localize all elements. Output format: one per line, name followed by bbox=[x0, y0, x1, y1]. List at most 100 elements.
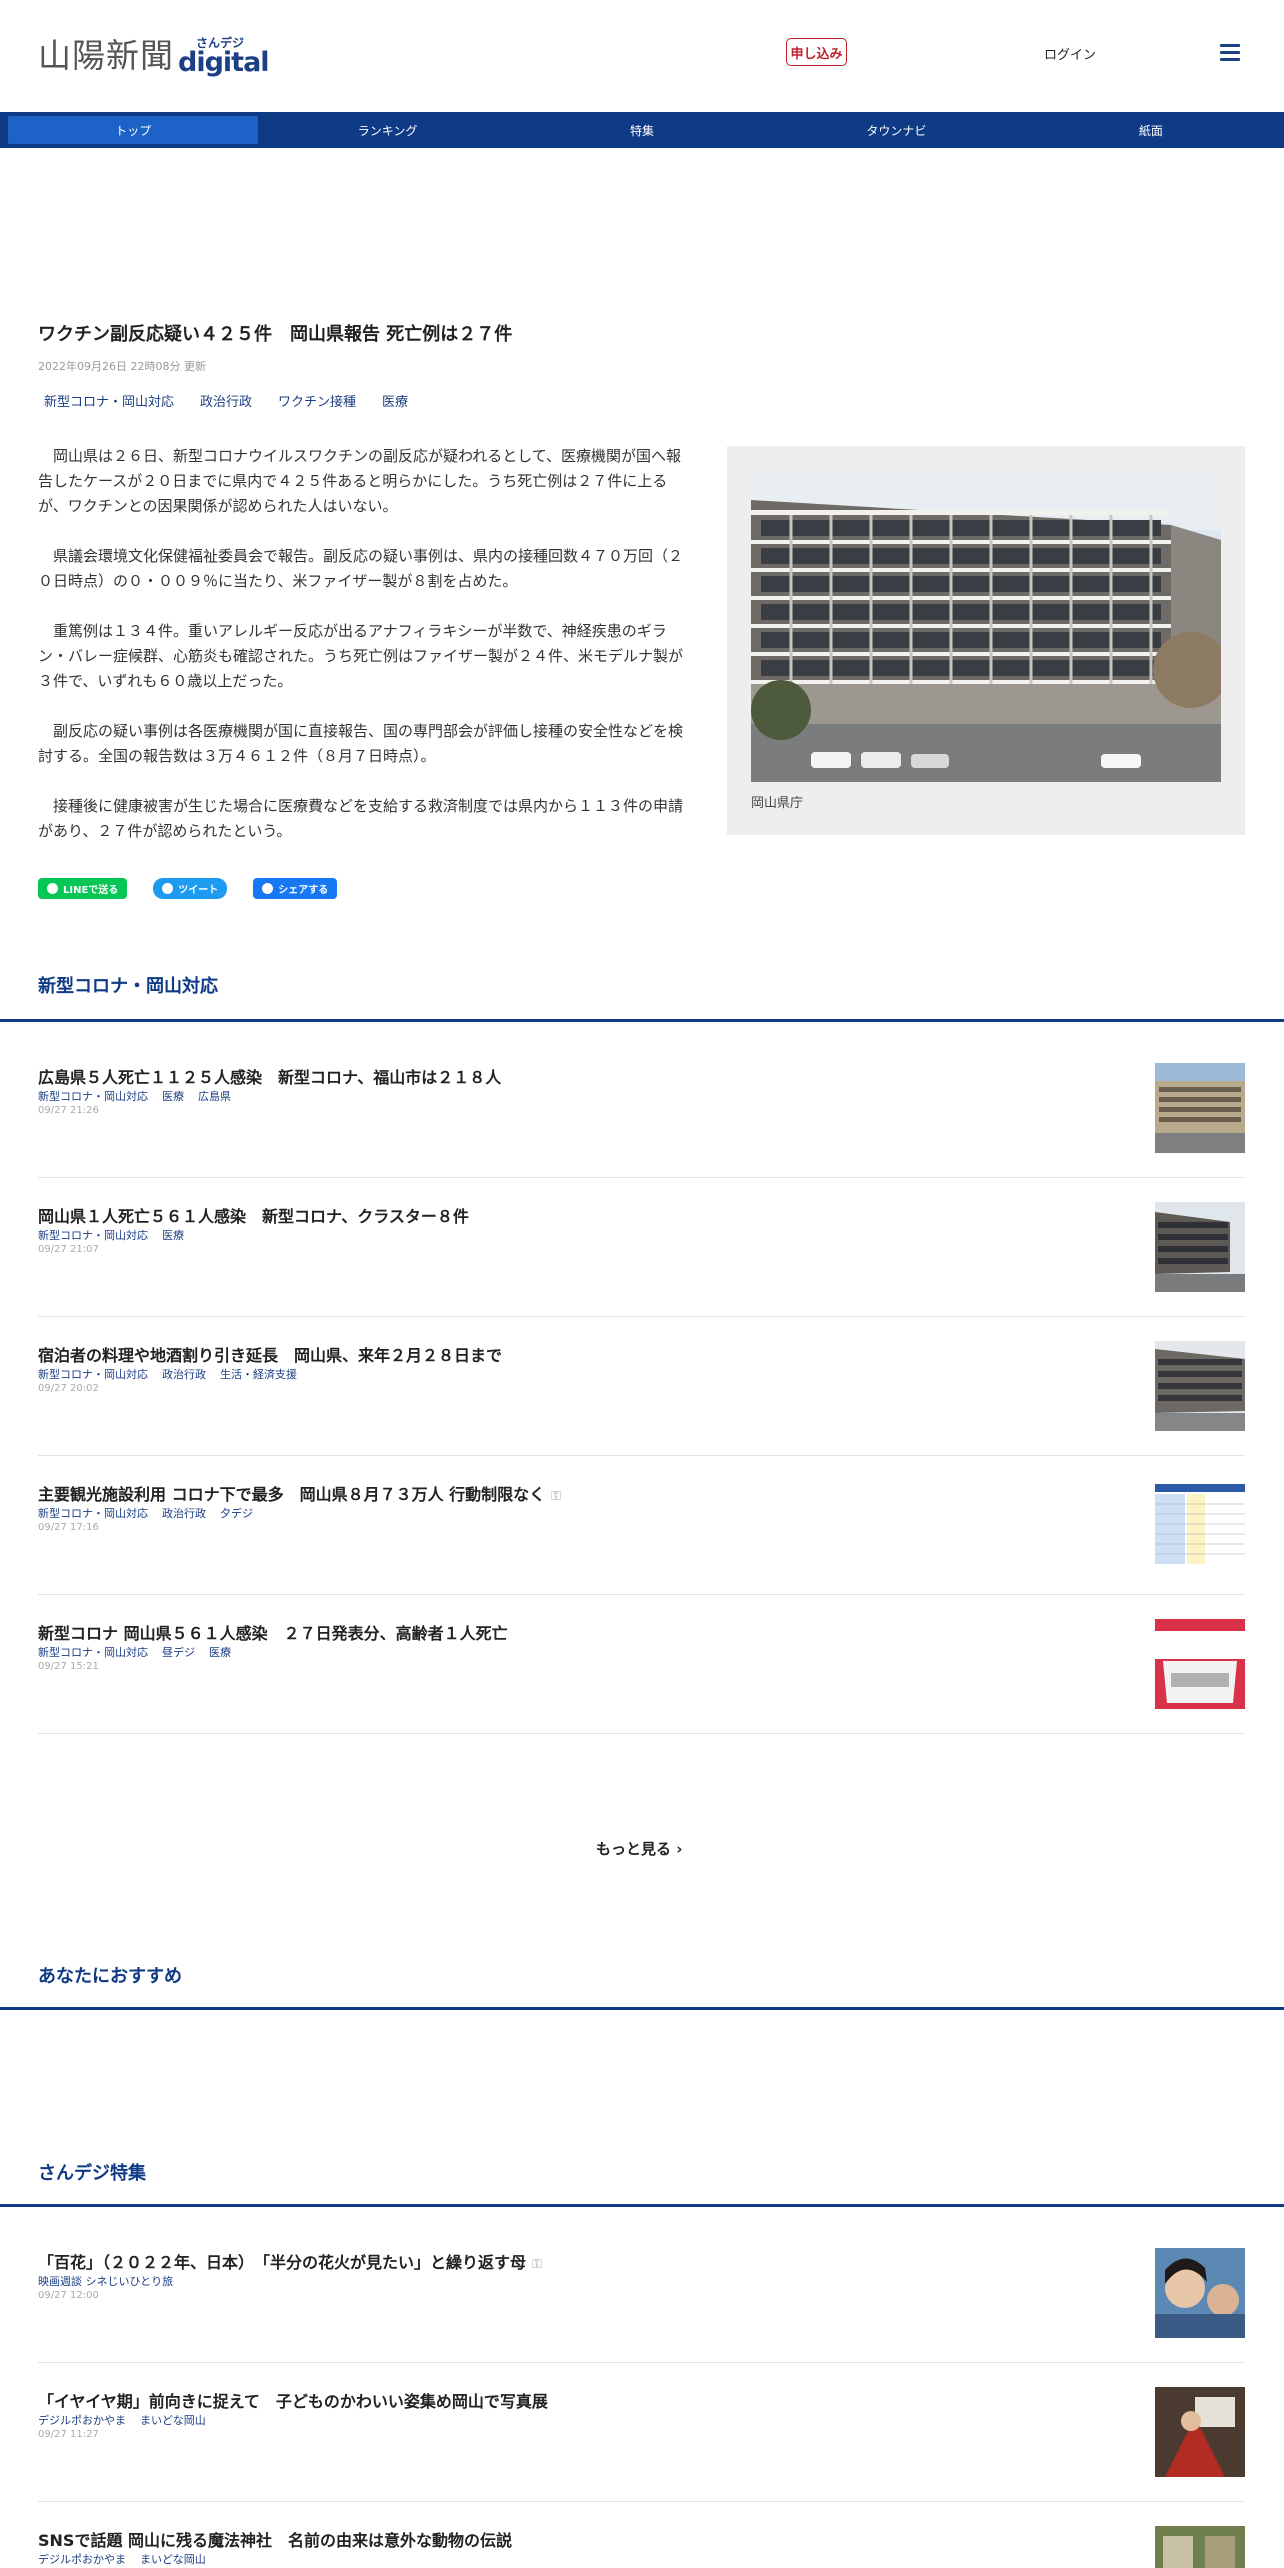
item-tag[interactable]: 生活・経済支援 bbox=[220, 1366, 297, 1382]
item-tag[interactable]: 新型コロナ・岡山対応 bbox=[38, 1644, 148, 1660]
list-item[interactable]: 広島県５人死亡１１２５人感染 新型コロナ、福山市は２１８人 新型コロナ・岡山対応… bbox=[38, 1039, 1245, 1178]
item-thumbnail[interactable] bbox=[1155, 1480, 1245, 1570]
item-thumbnail[interactable] bbox=[1155, 1341, 1245, 1431]
line-icon bbox=[47, 883, 58, 894]
item-tag[interactable]: 新型コロナ・岡山対応 bbox=[38, 1366, 148, 1382]
logo-sub: さんデジ digital bbox=[178, 37, 270, 78]
list-item[interactable]: 岡山県１人死亡５６１人感染 新型コロナ、クラスター８件 新型コロナ・岡山対応 医… bbox=[38, 1178, 1245, 1317]
section-title-features[interactable]: さんデジ特集 bbox=[38, 2159, 146, 2185]
list-item[interactable]: 宿泊者の料理や地酒割り引き延長 岡山県、来年２月２８日まで 新型コロナ・岡山対応… bbox=[38, 1317, 1245, 1456]
hamburger-icon[interactable] bbox=[1220, 44, 1240, 61]
article-tag[interactable]: 政治行政 bbox=[194, 389, 258, 412]
line-share-button[interactable]: LINEで送る bbox=[38, 878, 128, 899]
item-tag[interactable]: 医療 bbox=[162, 1088, 184, 1104]
item-title[interactable]: 宿泊者の料理や地酒割り引き延長 岡山県、来年２月２８日まで bbox=[38, 1342, 502, 1366]
building-thumbnail bbox=[1155, 1202, 1245, 1292]
nav-item-ranking[interactable]: ランキング bbox=[262, 116, 512, 144]
item-thumbnail[interactable] bbox=[1155, 1619, 1245, 1709]
table-thumbnail bbox=[1155, 1480, 1245, 1570]
nav-item-top[interactable]: トップ bbox=[8, 116, 259, 144]
article-paragraph: 接種後に健康被害が生じた場合に医療費などを支給する救済制度では県内から１１３件の… bbox=[38, 797, 684, 840]
shrine-thumbnail bbox=[1155, 2526, 1245, 2568]
article-photo[interactable] bbox=[751, 470, 1221, 782]
article-paragraph: 岡山県は２６日、新型コロナウイルスワクチンの副反応が疑われるとして、医療機関が国… bbox=[38, 447, 682, 515]
item-title[interactable]: 広島県５人死亡１１２５人感染 新型コロナ、福山市は２１８人 bbox=[38, 1064, 501, 1088]
feature-news-list: 「百花」（２０２２年、日本） 「半分の花火が見たい」と繰り返す母 ⚿ 映画週談 シ… bbox=[38, 2224, 1245, 2568]
photo-exhibit-thumbnail bbox=[1155, 2387, 1245, 2477]
item-tag[interactable]: 新型コロナ・岡山対応 bbox=[38, 1227, 148, 1243]
item-tag[interactable]: 新型コロナ・岡山対応 bbox=[38, 1088, 148, 1104]
site-header: 山陽新聞 さんデジ digital 申し込み ログイン bbox=[0, 0, 1284, 112]
item-tag[interactable]: 政治行政 bbox=[162, 1366, 206, 1382]
item-tag[interactable]: 映画週談 シネじいひとり旅 bbox=[38, 2273, 173, 2289]
article-photo-box: 岡山県庁 bbox=[727, 446, 1245, 835]
item-tag[interactable]: デジルポおかやま bbox=[38, 2551, 126, 2567]
key-icon: ⚿ bbox=[551, 1489, 562, 1504]
list-item[interactable]: 新型コロナ 岡山県５６１人感染 ２７日発表分、高齢者１人死亡 新型コロナ・岡山対… bbox=[38, 1595, 1245, 1734]
item-time: 09/27 21:07 bbox=[38, 1244, 99, 1255]
twitter-bird-icon bbox=[162, 883, 174, 894]
item-time: 09/27 12:00 bbox=[38, 2290, 99, 2301]
facebook-icon bbox=[262, 883, 274, 894]
item-title[interactable]: SNSで話題 岡山に残る魔法神社 名前の由来は意外な動物の伝説 bbox=[38, 2527, 512, 2551]
list-item[interactable]: 「百花」（２０２２年、日本） 「半分の花火が見たい」と繰り返す母 ⚿ 映画週談 シ… bbox=[38, 2224, 1245, 2363]
item-tag[interactable]: 広島県 bbox=[198, 1088, 231, 1104]
article-date: 2022年09月26日 22時08分 更新 bbox=[38, 360, 206, 373]
list-item[interactable]: SNSで話題 岡山に残る魔法神社 名前の由来は意外な動物の伝説 デジルポおかやま… bbox=[38, 2502, 1245, 2568]
item-thumbnail[interactable] bbox=[1155, 1202, 1245, 1292]
item-thumbnail[interactable] bbox=[1155, 2248, 1245, 2338]
item-tag[interactable]: 昼デジ bbox=[162, 1644, 195, 1660]
list-item[interactable]: 主要観光施設利用 コロナ下で最多 岡山県８月７３万人 行動制限なく ⚿ 新型コロナ… bbox=[38, 1456, 1245, 1595]
item-tag[interactable]: まいどな岡山 bbox=[140, 2412, 206, 2428]
item-tag[interactable]: 医療 bbox=[209, 1644, 231, 1660]
item-title[interactable]: 主要観光施設利用 コロナ下で最多 岡山県８月７３万人 行動制限なく ⚿ bbox=[38, 1481, 561, 1505]
facebook-share-button[interactable]: シェアする bbox=[253, 878, 338, 899]
item-title[interactable]: 新型コロナ 岡山県５６１人感染 ２７日発表分、高齢者１人死亡 bbox=[38, 1620, 508, 1644]
item-tag[interactable]: まいどな岡山 bbox=[140, 2551, 206, 2567]
section-rule bbox=[0, 2204, 1284, 2207]
item-tag[interactable]: 医療 bbox=[162, 1227, 184, 1243]
nav-item-townnavi[interactable]: タウンナビ bbox=[771, 116, 1021, 144]
tweet-label: ツイート bbox=[178, 885, 219, 896]
section-rule bbox=[0, 1019, 1284, 1022]
article-tag[interactable]: ワクチン接種 bbox=[272, 389, 362, 412]
item-tag[interactable]: 夕デジ bbox=[220, 1505, 253, 1521]
item-time: 09/27 20:02 bbox=[38, 1383, 99, 1394]
article-title: ワクチン副反応疑い４２５件 岡山県報告 死亡例は２７件 bbox=[38, 324, 513, 345]
more-label: もっと見る bbox=[596, 1840, 672, 1858]
share-buttons: LINEで送る ツイート シェアする bbox=[38, 878, 338, 899]
tweet-button[interactable]: ツイート bbox=[153, 878, 228, 899]
facebook-share-label: シェアする bbox=[278, 885, 329, 896]
item-time: 09/27 17:16 bbox=[38, 1522, 99, 1533]
item-tag[interactable]: 政治行政 bbox=[162, 1505, 206, 1521]
article-paragraph: 県議会環境文化保健福祉委員会で報告。副反応の疑い事例は、県内の接種回数４７０万回… bbox=[38, 547, 684, 590]
item-tag[interactable]: デジルポおかやま bbox=[38, 2412, 126, 2428]
article-paragraph: 重篤例は１３４件。重いアレルギー反応が出るアナフィラキシーが半数で、神経疾患のギ… bbox=[38, 622, 684, 690]
item-title[interactable]: 岡山県１人死亡５６１人感染 新型コロナ、クラスター８件 bbox=[38, 1203, 469, 1227]
nav-item-features[interactable]: 特集 bbox=[517, 116, 767, 144]
site-logo[interactable]: 山陽新聞 さんデジ digital bbox=[38, 32, 270, 78]
list-item[interactable]: 「イヤイヤ期」前向きに捉えて 子どものかわいい姿集め岡山で写真展 デジルポおかや… bbox=[38, 2363, 1245, 2502]
item-title[interactable]: 「百花」（２０２２年、日本） 「半分の花火が見たい」と繰り返す母 ⚿ bbox=[38, 2249, 542, 2273]
section-title-corona[interactable]: 新型コロナ・岡山対応 bbox=[38, 972, 218, 998]
prefectural-office-photo bbox=[751, 470, 1221, 782]
item-tags: 新型コロナ・岡山対応 昼デジ 医療 bbox=[38, 1644, 231, 1660]
item-thumbnail[interactable] bbox=[1155, 2387, 1245, 2477]
item-thumbnail[interactable] bbox=[1155, 2526, 1245, 2568]
item-title[interactable]: 「イヤイヤ期」前向きに捉えて 子どものかわいい姿集め岡山で写真展 bbox=[38, 2388, 548, 2412]
item-tag[interactable]: 新型コロナ・岡山対応 bbox=[38, 1505, 148, 1521]
article-tag[interactable]: 医療 bbox=[376, 389, 414, 412]
article-tag[interactable]: 新型コロナ・岡山対応 bbox=[38, 389, 180, 412]
item-tags: 新型コロナ・岡山対応 医療 広島県 bbox=[38, 1088, 231, 1104]
more-link[interactable]: もっと見る › bbox=[596, 1838, 682, 1859]
line-share-label: LINEで送る bbox=[63, 885, 119, 896]
nav-item-paper[interactable]: 紙面 bbox=[1026, 116, 1276, 144]
item-tags: 新型コロナ・岡山対応 医療 bbox=[38, 1227, 184, 1243]
logo-sub-big-text: digital bbox=[178, 47, 270, 78]
section-rule bbox=[0, 2007, 1284, 2010]
item-time: 09/27 15:21 bbox=[38, 1661, 99, 1672]
apply-button[interactable]: 申し込み bbox=[786, 38, 847, 66]
login-link[interactable]: ログイン bbox=[1044, 44, 1096, 63]
item-thumbnail[interactable] bbox=[1155, 1063, 1245, 1153]
building-thumbnail bbox=[1155, 1341, 1245, 1431]
